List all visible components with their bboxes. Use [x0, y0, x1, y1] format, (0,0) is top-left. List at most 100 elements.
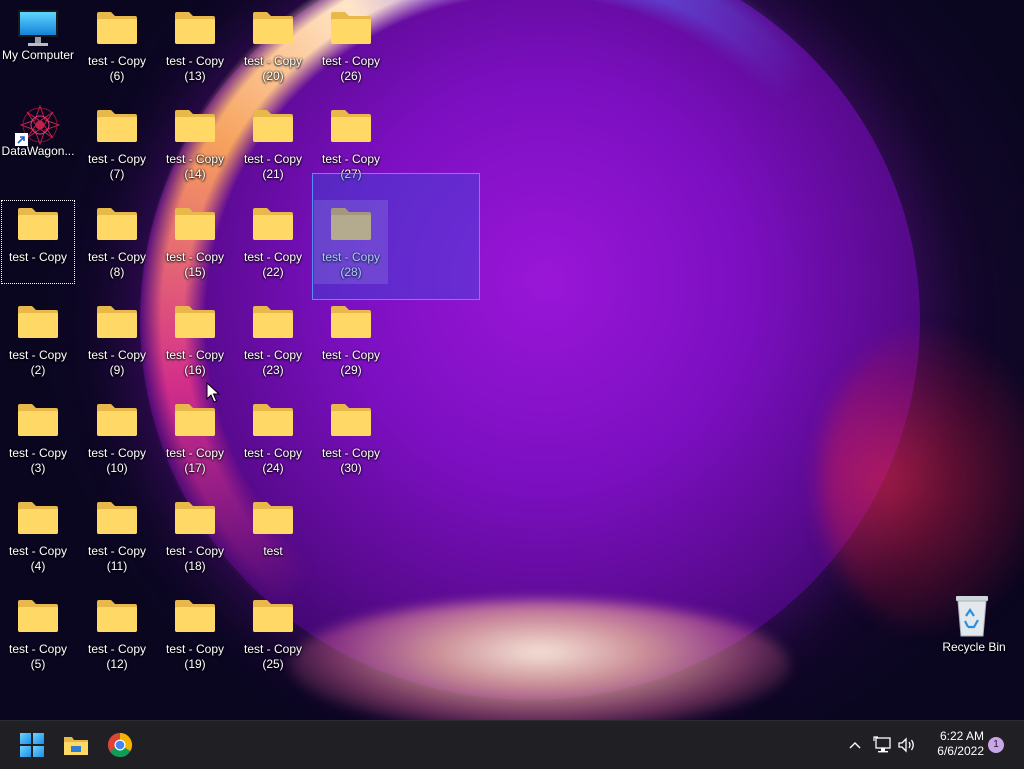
desktop-icon-label: My Computer: [1, 48, 75, 62]
volume-button[interactable]: [895, 733, 919, 757]
desktop-icon-label: test - Copy (29): [321, 348, 381, 377]
folder-icon: [251, 304, 295, 342]
datawagon-shortcut-icon: [14, 104, 62, 146]
desktop-icon-test-copy-22[interactable]: test - Copy (22): [236, 200, 310, 284]
computer-monitor-icon: [16, 8, 60, 46]
desktop-icon-test-copy-15[interactable]: test - Copy (15): [158, 200, 232, 284]
wallpaper-glow-right: [820, 330, 1024, 630]
desktop-icon-label: test - Copy (23): [243, 348, 303, 377]
folder-icon: [16, 304, 60, 342]
folder-icon: [251, 206, 295, 244]
desktop-icon-test-copy-9[interactable]: test - Copy (9): [80, 298, 154, 382]
desktop-icon-label: test - Copy (7): [87, 152, 147, 181]
desktop-icon-test-copy-6[interactable]: test - Copy (6): [80, 4, 154, 88]
desktop-icon-label: test - Copy (24): [243, 446, 303, 475]
desktop-icon-label: test - Copy (17): [165, 446, 225, 475]
folder-icon: [329, 402, 373, 440]
desktop-icon-label: test - Copy (12): [87, 642, 147, 671]
desktop-icon-test-copy-2[interactable]: test - Copy (2): [1, 298, 75, 382]
desktop-icon-label: test - Copy (30): [321, 446, 381, 475]
chrome-icon: [107, 733, 133, 758]
desktop-icon-test[interactable]: test: [236, 494, 310, 578]
desktop-icon-label: test - Copy: [8, 250, 68, 264]
folder-icon: [173, 402, 217, 440]
desktop-icon-my-computer[interactable]: My Computer: [1, 4, 75, 88]
file-explorer-button[interactable]: [60, 729, 92, 761]
taskbar: 6:22 AM 6/6/2022 1: [0, 720, 1024, 769]
desktop-icon-label: test: [263, 544, 283, 558]
desktop-icon-label: test - Copy (2): [8, 348, 68, 377]
desktop-icon-test-copy-4[interactable]: test - Copy (4): [1, 494, 75, 578]
desktop-icon-label: test - Copy (19): [165, 642, 225, 671]
desktop-icon-label: test - Copy (13): [165, 54, 225, 83]
desktop-icon-test-copy-8[interactable]: test - Copy (8): [80, 200, 154, 284]
show-hidden-icons-button[interactable]: [843, 733, 867, 757]
desktop-icon-test-copy-25[interactable]: test - Copy (25): [236, 592, 310, 676]
folder-icon: [173, 108, 217, 146]
folder-icon: [95, 304, 139, 342]
desktop-icon-label: test - Copy (3): [8, 446, 68, 475]
desktop-icon-test-copy-23[interactable]: test - Copy (23): [236, 298, 310, 382]
desktop-icon-test-copy-17[interactable]: test - Copy (17): [158, 396, 232, 480]
desktop-icon-label: test - Copy (14): [165, 152, 225, 181]
desktop-icon-test-copy-7[interactable]: test - Copy (7): [80, 102, 154, 186]
network-icon: [873, 736, 891, 753]
folder-icon: [173, 304, 217, 342]
desktop-icon-label: Recycle Bin: [942, 640, 1006, 654]
desktop-icon-test-copy-19[interactable]: test - Copy (19): [158, 592, 232, 676]
desktop-icon-recycle-bin[interactable]: Recycle Bin: [937, 592, 1011, 676]
desktop-icon-datawagon[interactable]: DataWagon...: [1, 102, 75, 186]
desktop-icon-test-copy-13[interactable]: test - Copy (13): [158, 4, 232, 88]
desktop-icon-test-copy-5[interactable]: test - Copy (5): [1, 592, 75, 676]
folder-icon: [251, 108, 295, 146]
desktop-icon-test-copy-11[interactable]: test - Copy (11): [80, 494, 154, 578]
desktop-icon-test-copy-12[interactable]: test - Copy (12): [80, 592, 154, 676]
desktop-icon-label: test - Copy (4): [8, 544, 68, 573]
network-button[interactable]: [871, 733, 895, 757]
recycle-bin-icon: [952, 594, 996, 638]
folder-icon: [251, 500, 295, 538]
desktop-icon-label: test - Copy (25): [243, 642, 303, 671]
folder-icon: [173, 206, 217, 244]
desktop-icon-label: test - Copy (5): [8, 642, 68, 671]
clock-date: 6/6/2022: [937, 744, 984, 758]
desktop-icon-label: test - Copy (16): [165, 348, 225, 377]
desktop-icon-test-copy-18[interactable]: test - Copy (18): [158, 494, 232, 578]
folder-icon: [251, 598, 295, 636]
notification-badge[interactable]: 1: [988, 737, 1004, 753]
desktop-icon-test-copy-3[interactable]: test - Copy (3): [1, 396, 75, 480]
folder-icon: [173, 598, 217, 636]
chrome-button[interactable]: [104, 729, 136, 761]
desktop-icon-label: test - Copy (11): [87, 544, 147, 573]
folder-icon: [95, 206, 139, 244]
desktop-icon-test-copy-26[interactable]: test - Copy (26): [314, 4, 388, 88]
folder-icon: [95, 402, 139, 440]
desktop-icon-test-copy-10[interactable]: test - Copy (10): [80, 396, 154, 480]
desktop-icon-test-copy-30[interactable]: test - Copy (30): [314, 396, 388, 480]
desktop-icon-label: test - Copy (21): [243, 152, 303, 181]
file-explorer-icon: [64, 737, 88, 755]
desktop-icon-test-copy-24[interactable]: test - Copy (24): [236, 396, 310, 480]
desktop-icon-label: test - Copy (10): [87, 446, 147, 475]
desktop-icon-test-copy[interactable]: test - Copy: [1, 200, 75, 284]
desktop-icon-test-copy-29[interactable]: test - Copy (29): [314, 298, 388, 382]
start-button[interactable]: [16, 729, 48, 761]
volume-icon: [898, 737, 914, 753]
folder-icon: [173, 10, 217, 48]
windows-start-icon: [20, 733, 44, 757]
desktop-icon-test-copy-16[interactable]: test - Copy (16): [158, 298, 232, 382]
folder-icon: [251, 402, 295, 440]
folder-icon: [329, 304, 373, 342]
desktop-icon-test-copy-20[interactable]: test - Copy (20): [236, 4, 310, 88]
mouse-cursor-icon: [206, 382, 220, 403]
selection-marquee: [312, 173, 480, 300]
folder-icon: [16, 206, 60, 244]
folder-icon: [251, 10, 295, 48]
desktop-icon-label: test - Copy (26): [321, 54, 381, 83]
desktop-icon-test-copy-14[interactable]: test - Copy (14): [158, 102, 232, 186]
chevron-up-icon: [849, 742, 861, 749]
desktop-icon-test-copy-21[interactable]: test - Copy (21): [236, 102, 310, 186]
folder-icon: [16, 598, 60, 636]
clock-button[interactable]: 6:22 AM 6/6/2022: [937, 729, 984, 759]
folder-icon: [95, 500, 139, 538]
